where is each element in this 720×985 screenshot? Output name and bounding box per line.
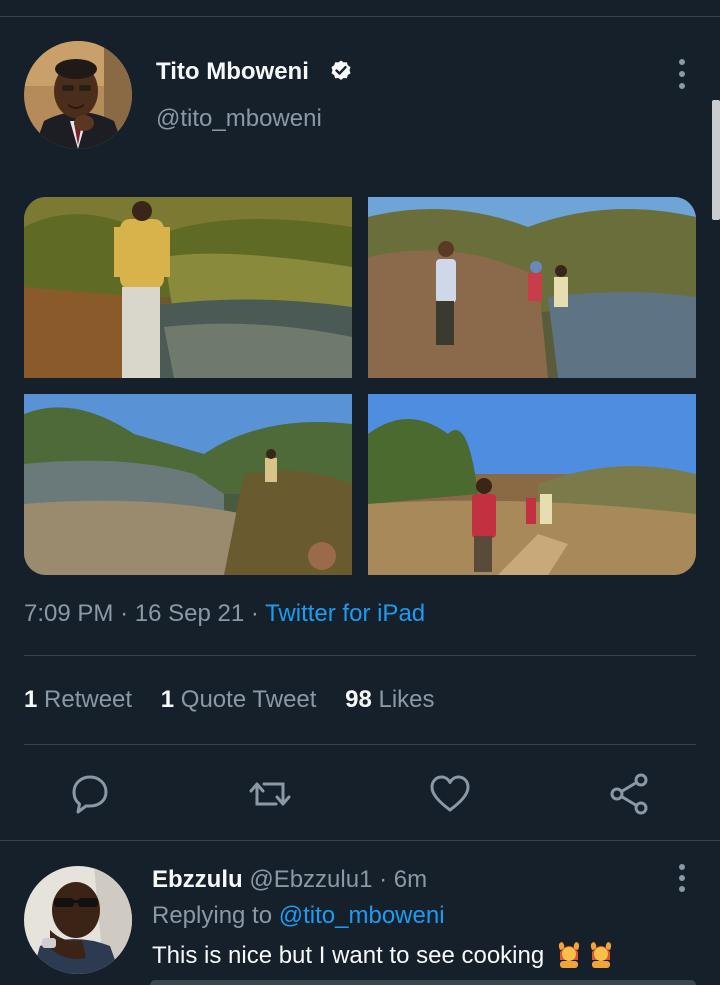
meta-separator: · <box>120 600 129 627</box>
more-options-icon[interactable] <box>676 59 688 89</box>
retweet-icon[interactable] <box>248 770 292 818</box>
scrollbar[interactable] <box>712 100 720 220</box>
tweet-date[interactable]: 16 Sep 21 <box>135 600 244 627</box>
like-icon[interactable] <box>428 770 472 818</box>
top-divider <box>0 16 720 17</box>
divider <box>24 655 696 656</box>
media-grid <box>24 197 696 575</box>
retweets-stat[interactable]: 1 Retweet <box>24 686 132 713</box>
photo-4[interactable] <box>368 394 696 575</box>
reply-avatar[interactable] <box>24 866 132 974</box>
tweet-metadata: 7:09 PM · 16 Sep 21 · Twitter for iPad <box>24 600 425 628</box>
tweet-actions <box>0 770 720 818</box>
author-name[interactable]: Tito Mboweni <box>156 58 309 86</box>
replying-to-label: Replying to <box>152 902 273 929</box>
person-gesturing-ok-emoji-icon <box>587 940 615 968</box>
tweet-time[interactable]: 7:09 PM <box>24 600 113 627</box>
author-handle[interactable]: @tito_mboweni <box>156 105 322 133</box>
tweet-source-link[interactable]: Twitter for iPad <box>265 600 425 627</box>
reply-icon[interactable] <box>68 770 112 818</box>
meta-separator: · <box>250 600 259 627</box>
reply-media-preview[interactable] <box>150 980 696 985</box>
reply-author-handle[interactable]: @Ebzzulu1 <box>249 866 372 893</box>
engagement-stats: 1 Retweet 1 Quote Tweet 98 Likes <box>24 686 457 714</box>
person-gesturing-ok-emoji-icon <box>555 940 583 968</box>
divider <box>0 840 720 841</box>
share-icon[interactable] <box>608 770 652 818</box>
photo-3[interactable] <box>24 394 352 575</box>
quotes-stat[interactable]: 1 Quote Tweet <box>161 686 317 713</box>
photo-2[interactable] <box>368 197 696 378</box>
meta-separator: · <box>379 866 388 893</box>
likes-stat[interactable]: 98 Likes <box>345 686 434 713</box>
replying-to-mention[interactable]: @tito_mboweni <box>279 902 445 929</box>
reply-text: This is nice but I want to see cooking <box>152 942 545 969</box>
reply-author-name[interactable]: Ebzzulu <box>152 866 243 893</box>
tweet-author: Tito Mboweni @tito_mboweni <box>24 41 704 149</box>
reply-header: Ebzzulu @Ebzzulu1 · 6m <box>152 866 427 894</box>
replying-to: Replying to @tito_mboweni <box>152 902 445 930</box>
verified-badge-icon <box>329 59 353 83</box>
reply-more-options-icon[interactable] <box>676 864 688 892</box>
photo-1[interactable] <box>24 197 352 378</box>
reply-time[interactable]: 6m <box>394 866 427 893</box>
reply-body: This is nice but I want to see cooking <box>152 940 615 970</box>
divider <box>24 744 696 745</box>
author-avatar[interactable] <box>24 41 132 149</box>
